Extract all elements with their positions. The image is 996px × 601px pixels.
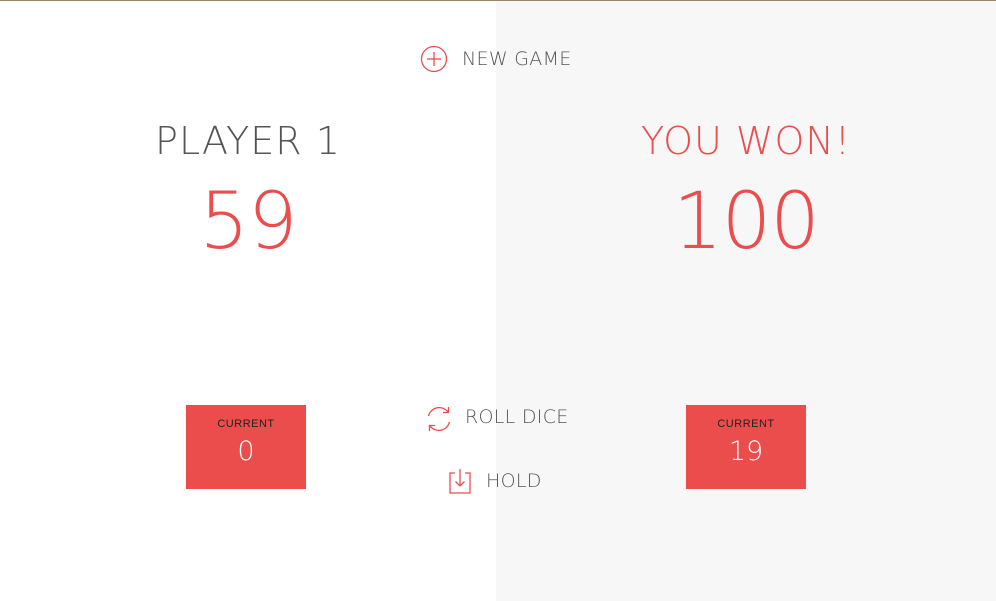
refresh-icon (423, 403, 451, 432)
player-2-current-score: 19 (728, 436, 764, 467)
new-game-button[interactable]: NEW GAME (420, 45, 572, 73)
hold-button[interactable]: HOLD (448, 467, 542, 495)
player-1-panel: PLAYER 1 59 CURRENT 0 (0, 1, 496, 601)
roll-dice-button[interactable]: ROLL DICE (423, 403, 569, 432)
new-game-label: NEW GAME (462, 48, 572, 70)
player-2-current-box: CURRENT 19 (686, 405, 806, 489)
roll-dice-label: ROLL DICE (465, 406, 569, 428)
player-1-score: 59 (199, 177, 297, 267)
player-2-score: 100 (673, 177, 820, 267)
player-1-current-label: CURRENT (217, 418, 275, 430)
player-2-current-label: CURRENT (717, 418, 775, 430)
player-1-current-box: CURRENT 0 (186, 405, 306, 489)
hold-label: HOLD (486, 470, 542, 492)
plus-circle-icon (420, 45, 448, 73)
player-1-current-score: 0 (237, 436, 255, 467)
player-2-name: YOU WON! (640, 119, 852, 163)
player-1-name: PLAYER 1 (155, 119, 341, 163)
game-board: PLAYER 1 59 CURRENT 0 YOU WON! 100 CURRE… (0, 0, 996, 601)
download-icon (448, 467, 472, 495)
player-2-panel: YOU WON! 100 CURRENT 19 (496, 1, 996, 601)
